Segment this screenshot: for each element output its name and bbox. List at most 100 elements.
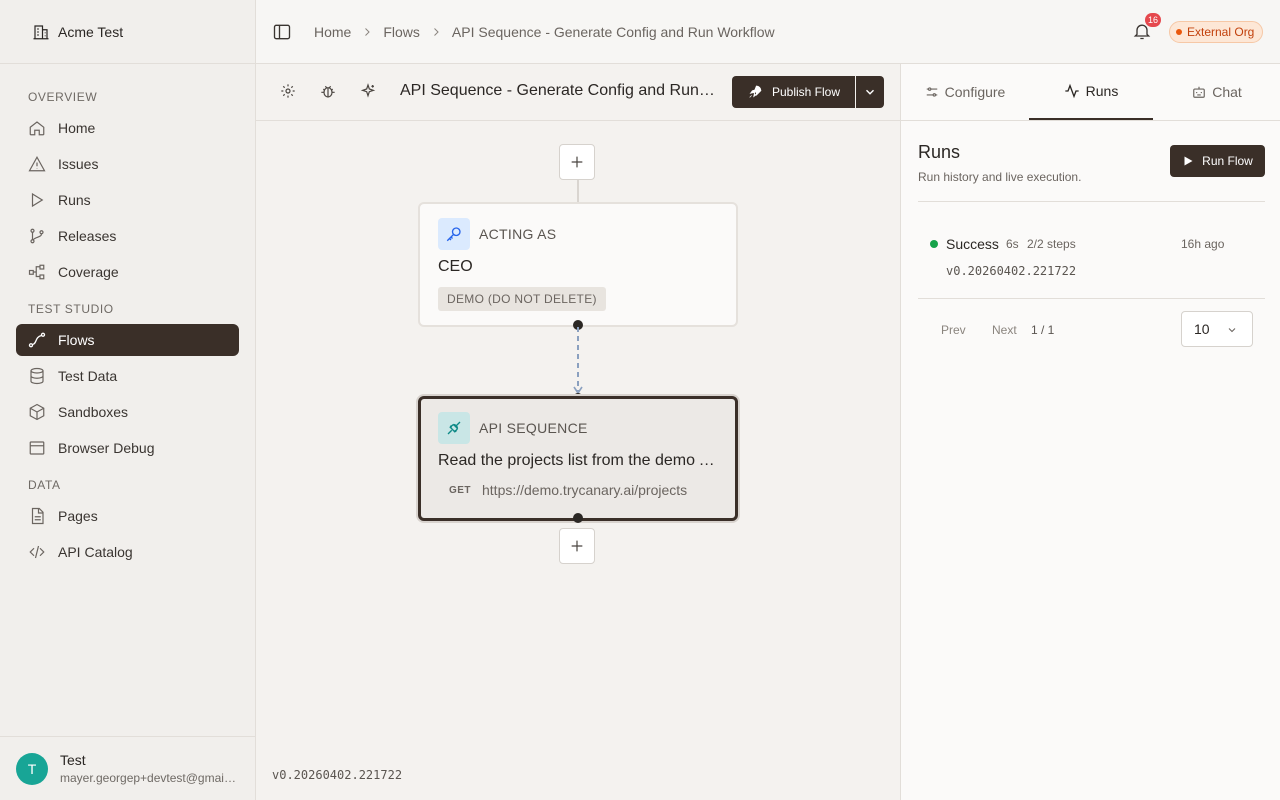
- code-icon: [28, 543, 46, 561]
- sidebar-item-home[interactable]: Home: [16, 112, 239, 144]
- sidebar-item-label: Runs: [58, 192, 91, 208]
- breadcrumb-current: API Sequence - Generate Config and Run W…: [451, 23, 775, 40]
- sidebar-item-coverage[interactable]: Coverage: [16, 256, 239, 288]
- sidebar-item-pages[interactable]: Pages: [16, 500, 239, 532]
- http-method: GET: [448, 484, 472, 496]
- api-sequence-node[interactable]: API SEQUENCE Read the projects list from…: [418, 396, 738, 521]
- sidebar: Acme Test OVERVIEW Home Issues Runs Rele…: [0, 0, 256, 800]
- tab-configure[interactable]: Configure: [901, 64, 1029, 120]
- key-icon: [438, 218, 470, 250]
- sidebar-item-label: API Catalog: [58, 544, 133, 560]
- org-switcher[interactable]: Acme Test: [0, 0, 255, 64]
- sidebar-toggle-icon[interactable]: [272, 22, 292, 42]
- play-icon: [1182, 155, 1194, 167]
- sidebar-item-releases[interactable]: Releases: [16, 220, 239, 252]
- bot-icon: [1192, 85, 1206, 99]
- sidebar-item-label: Home: [58, 120, 96, 136]
- add-step-button-bottom[interactable]: [559, 528, 595, 564]
- flow-icon: [28, 331, 46, 349]
- breadcrumb: Home Flows API Sequence - Generate Confi…: [314, 24, 775, 40]
- node-title: Read the projects list from the demo API: [438, 452, 720, 469]
- sidebar-item-api-catalog[interactable]: API Catalog: [16, 536, 239, 568]
- tab-runs[interactable]: Runs: [1029, 64, 1153, 120]
- add-step-button-top[interactable]: [559, 144, 595, 180]
- section-data: DATA: [28, 478, 61, 492]
- sparkle-icon[interactable]: [360, 83, 376, 99]
- next-page-button[interactable]: Next: [992, 323, 1017, 337]
- tab-chat[interactable]: Chat: [1153, 64, 1280, 120]
- flow-canvas[interactable]: ACTING AS CEO DEMO (DO NOT DELETE) API S…: [256, 121, 900, 800]
- user-email: mayer.georgep+devtest@gmail.com: [60, 771, 238, 785]
- breadcrumb-flows[interactable]: Flows: [383, 24, 420, 40]
- gear-icon[interactable]: [280, 83, 296, 99]
- dashed-connector: [573, 327, 583, 395]
- sidebar-item-label: Test Data: [58, 368, 118, 384]
- run-steps: 2/2 steps: [1027, 237, 1076, 251]
- sidebar-item-test-data[interactable]: Test Data: [16, 360, 239, 392]
- panel-heading: Runs: [918, 142, 961, 162]
- run-status: Success: [946, 236, 999, 252]
- flow-version: v0.20260402.221722: [272, 768, 403, 782]
- alert-triangle-icon: [28, 155, 46, 173]
- publish-options-button[interactable]: [856, 76, 884, 108]
- page-size-select[interactable]: 10: [1181, 311, 1253, 347]
- run-time-ago: 16h ago: [1181, 237, 1225, 251]
- sidebar-item-label: Flows: [58, 332, 95, 348]
- network-icon: [28, 263, 46, 281]
- persona-tag: DEMO (DO NOT DELETE): [438, 287, 606, 311]
- box-icon: [28, 403, 46, 421]
- flow-title: API Sequence - Generate Config and Run W…: [400, 82, 716, 99]
- sidebar-item-runs[interactable]: Runs: [16, 184, 239, 216]
- panel-tabs: Configure Runs Chat: [901, 64, 1280, 121]
- tab-label: Runs: [1085, 83, 1119, 99]
- git-branch-icon: [28, 227, 46, 245]
- divider: [918, 201, 1265, 202]
- tab-label: Chat: [1212, 84, 1242, 100]
- user-menu[interactable]: T Test mayer.georgep+devtest@gmail.com: [0, 736, 255, 800]
- page-size-value: 10: [1194, 321, 1210, 337]
- plus-icon: [569, 154, 585, 170]
- endpoint-url: https://demo.trycanary.ai/projects: [482, 482, 688, 498]
- panel-subtitle: Run history and live execution.: [918, 170, 1082, 184]
- top-bar: Home Flows API Sequence - Generate Confi…: [256, 0, 1280, 64]
- run-flow-label: Run Flow: [1202, 154, 1253, 168]
- connector-line: [577, 180, 579, 202]
- acting-as-node[interactable]: ACTING AS CEO DEMO (DO NOT DELETE): [418, 202, 738, 327]
- sidebar-item-issues[interactable]: Issues: [16, 148, 239, 180]
- org-badge-label: External Org: [1187, 25, 1255, 39]
- node-type-label: API SEQUENCE: [479, 420, 588, 436]
- sidebar-item-label: Sandboxes: [58, 404, 129, 420]
- avatar: T: [16, 752, 48, 785]
- publish-label: Publish Flow: [771, 85, 841, 99]
- rocket-icon: [747, 84, 763, 100]
- flow-toolbar: API Sequence - Generate Config and Run W…: [256, 64, 900, 121]
- bug-icon[interactable]: [320, 83, 336, 99]
- status-dot: [1176, 29, 1182, 35]
- publish-flow-button[interactable]: Publish Flow: [732, 76, 855, 108]
- prev-page-button[interactable]: Prev: [941, 323, 966, 337]
- output-port[interactable]: [573, 513, 583, 523]
- home-icon: [28, 119, 46, 137]
- run-flow-button[interactable]: Run Flow: [1170, 145, 1265, 177]
- run-row[interactable]: Success 6s 2/2 steps 16h ago v0.20260402…: [918, 226, 1265, 298]
- sidebar-item-label: Browser Debug: [58, 440, 155, 456]
- chevron-right-icon: [361, 26, 373, 38]
- notification-count: 16: [1145, 13, 1162, 27]
- tab-label: Configure: [944, 84, 1006, 100]
- breadcrumb-home[interactable]: Home: [314, 24, 351, 40]
- node-type-label: ACTING AS: [479, 226, 557, 242]
- sidebar-item-label: Releases: [58, 228, 117, 244]
- plus-icon: [569, 538, 585, 554]
- page-indicator: 1 / 1: [1031, 323, 1055, 337]
- chevron-down-icon: [863, 85, 877, 99]
- sliders-icon: [925, 85, 939, 99]
- sidebar-item-sandboxes[interactable]: Sandboxes: [16, 396, 239, 428]
- building-icon: [32, 23, 50, 41]
- right-panel: Configure Runs Chat Runs Run history and…: [900, 64, 1280, 800]
- section-test-studio: TEST STUDIO: [28, 302, 114, 316]
- sidebar-item-label: Pages: [58, 508, 98, 524]
- sidebar-item-flows[interactable]: Flows: [16, 324, 239, 356]
- sidebar-item-browser-debug[interactable]: Browser Debug: [16, 432, 239, 464]
- run-duration: 6s: [1006, 237, 1019, 251]
- activity-icon: [1064, 83, 1080, 99]
